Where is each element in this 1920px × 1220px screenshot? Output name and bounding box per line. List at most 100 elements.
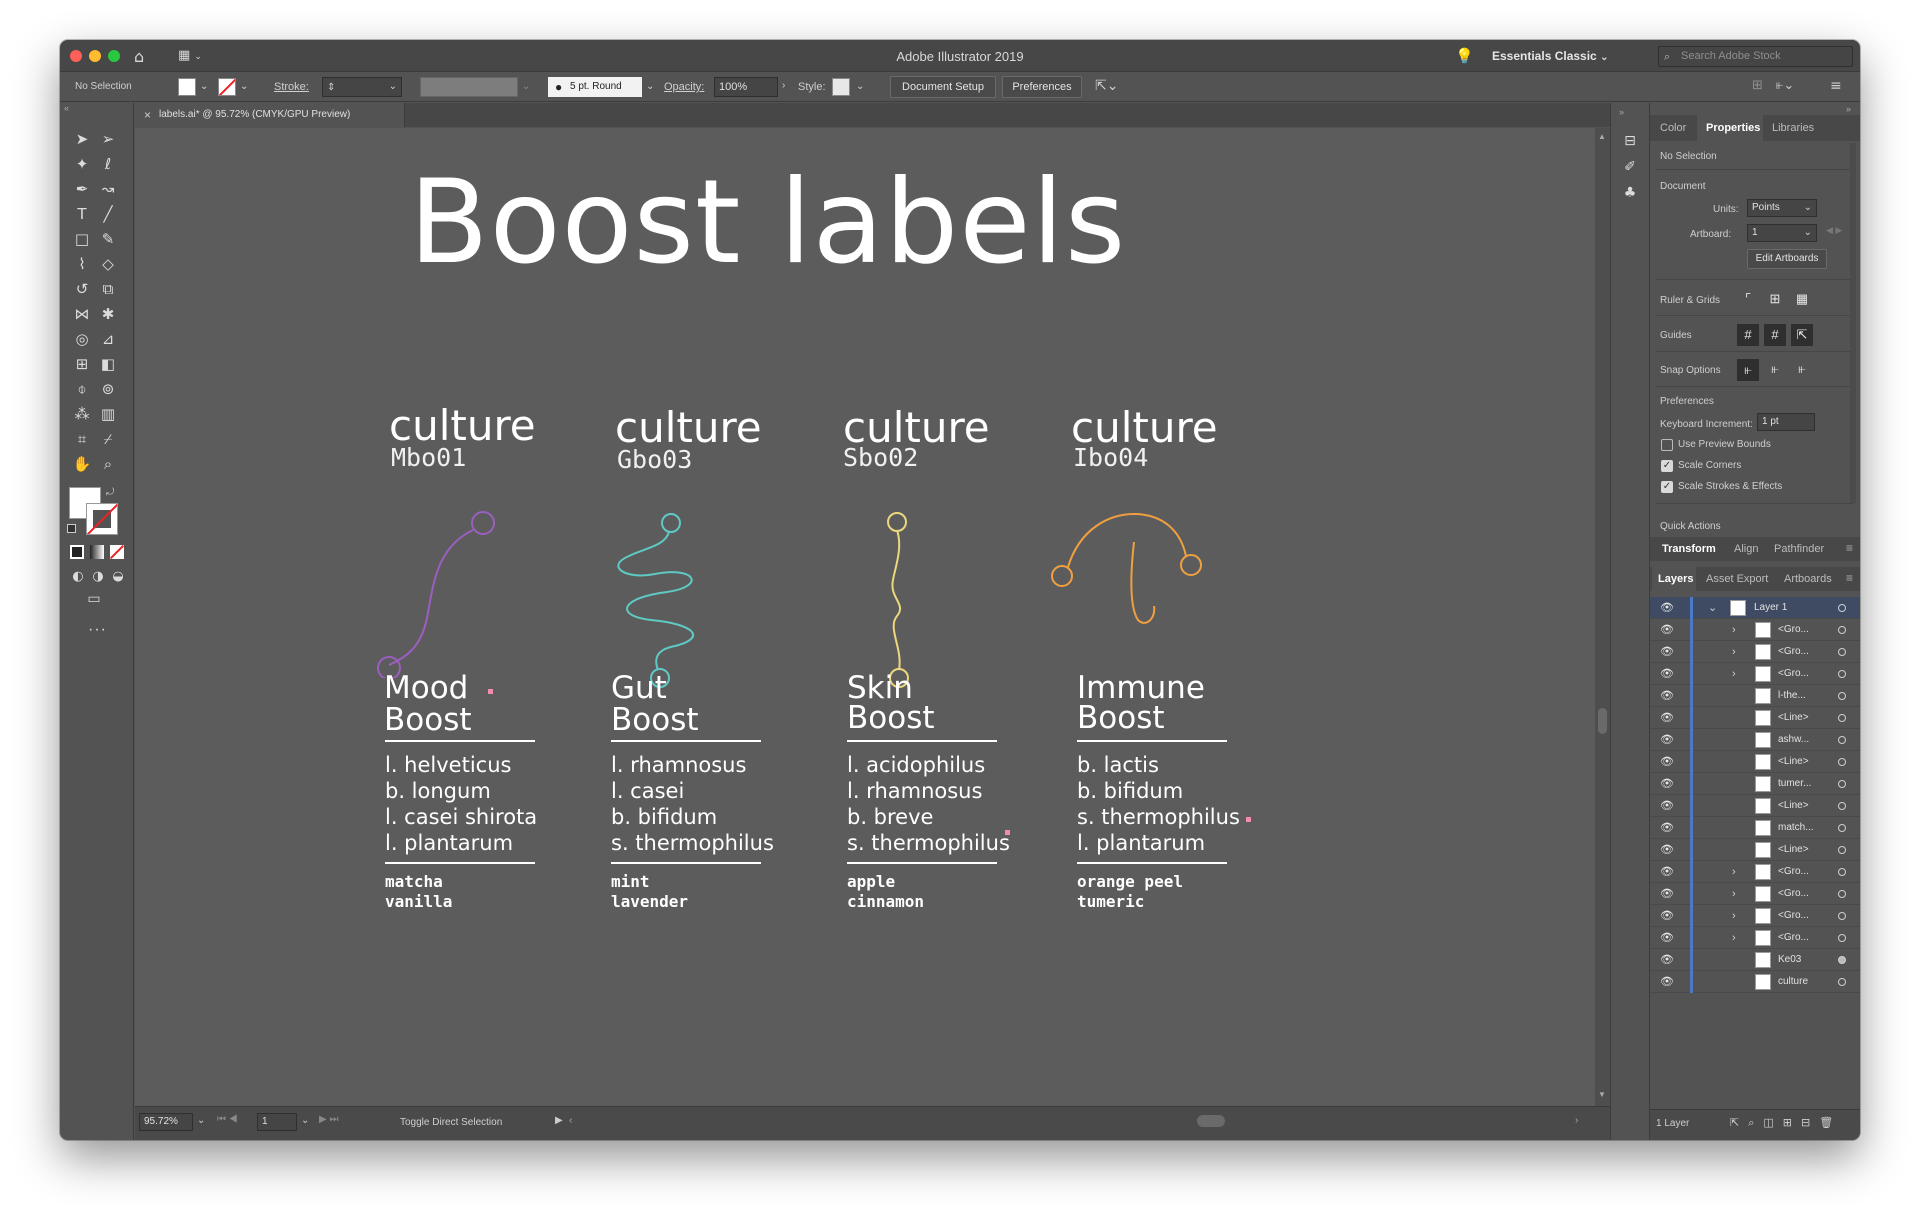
- zoom-window-button[interactable]: [108, 50, 120, 62]
- profile-dropdown-icon[interactable]: ⌄: [522, 81, 530, 92]
- tab-asset-export[interactable]: Asset Export: [1706, 573, 1768, 585]
- line-tool-icon[interactable]: ╱: [96, 202, 120, 226]
- symbol-sprayer-tool-icon[interactable]: ⁂: [70, 402, 94, 426]
- horizontal-scroll-thumb[interactable]: [1197, 1115, 1225, 1127]
- visibility-eye-icon[interactable]: 👁: [1660, 685, 1674, 707]
- visibility-eye-icon[interactable]: 👁: [1660, 663, 1674, 685]
- close-tab-icon[interactable]: ×: [144, 108, 151, 122]
- visibility-eye-icon[interactable]: 👁: [1660, 773, 1674, 795]
- layer-row[interactable]: 👁 match...: [1650, 817, 1860, 839]
- visibility-eye-icon[interactable]: 👁: [1660, 861, 1674, 883]
- layer-row[interactable]: 👁 › <Gro...: [1650, 883, 1860, 905]
- target-icon[interactable]: [1838, 956, 1846, 964]
- target-icon[interactable]: [1838, 890, 1846, 898]
- distribute-icon[interactable]: ⫦⌄: [1776, 78, 1794, 93]
- brushes-panel-icon[interactable]: ✐: [1618, 155, 1642, 179]
- collapse-icon[interactable]: «: [64, 103, 69, 113]
- edit-artboards-button[interactable]: Edit Artboards: [1747, 249, 1827, 269]
- more-tools-icon[interactable]: ···: [88, 621, 107, 639]
- snap-to-pixel-icon[interactable]: ⫦: [1791, 359, 1813, 381]
- rectangle-tool-icon[interactable]: □: [70, 227, 94, 251]
- style-dropdown-icon[interactable]: ⌄: [856, 81, 864, 92]
- layer-row[interactable]: 👁 <Line>: [1650, 751, 1860, 773]
- stock-search-input[interactable]: ⌕ Search Adobe Stock: [1658, 46, 1853, 67]
- visibility-eye-icon[interactable]: 👁: [1660, 905, 1674, 927]
- layer-row[interactable]: 👁 <Line>: [1650, 839, 1860, 861]
- scroll-up-icon[interactable]: ▲: [1598, 132, 1606, 141]
- layer-row[interactable]: 👁 tumer...: [1650, 773, 1860, 795]
- tab-properties[interactable]: Properties: [1706, 122, 1760, 134]
- layer-row[interactable]: 👁 <Line>: [1650, 795, 1860, 817]
- visibility-eye-icon[interactable]: 👁: [1660, 619, 1674, 641]
- snap-to-grid-icon[interactable]: ⫦: [1764, 359, 1786, 381]
- collapse-dock-icon[interactable]: »: [1619, 107, 1624, 117]
- expand-chevron-icon[interactable]: ›: [1732, 883, 1736, 905]
- target-icon[interactable]: [1838, 846, 1846, 854]
- layer-row[interactable]: 👁 › <Gro...: [1650, 619, 1860, 641]
- target-icon[interactable]: [1838, 780, 1846, 788]
- variable-width-profile[interactable]: [420, 77, 518, 97]
- preferences-button[interactable]: Preferences: [1002, 76, 1082, 98]
- target-icon[interactable]: [1838, 714, 1846, 722]
- use-preview-bounds-checkbox[interactable]: [1661, 439, 1673, 451]
- brush-dropdown-icon[interactable]: ⌄: [646, 81, 654, 92]
- draw-inside-icon[interactable]: ◒: [106, 565, 130, 589]
- artboard-prev-next-icon[interactable]: ◀ ▶: [1826, 225, 1842, 236]
- fill-swatch[interactable]: [178, 78, 196, 96]
- stroke-label[interactable]: Stroke:: [274, 81, 309, 93]
- snap-to-point-icon[interactable]: ⫦: [1737, 359, 1759, 381]
- target-icon[interactable]: [1838, 758, 1846, 766]
- home-icon[interactable]: ⌂: [134, 47, 144, 66]
- tab-transform[interactable]: Transform: [1662, 543, 1716, 555]
- gradient-tool-icon[interactable]: ◧: [96, 352, 120, 376]
- target-icon[interactable]: [1838, 736, 1846, 744]
- layer-row[interactable]: 👁 › <Gro...: [1650, 861, 1860, 883]
- artboard-tool-icon[interactable]: ⌗: [70, 427, 94, 451]
- tab-color[interactable]: Color: [1660, 122, 1686, 134]
- pen-tool-icon[interactable]: ✒: [70, 177, 94, 201]
- screen-mode-icon[interactable]: ▭: [82, 587, 106, 611]
- layer-row[interactable]: 👁 › <Gro...: [1650, 905, 1860, 927]
- tab-artboards[interactable]: Artboards: [1784, 573, 1832, 585]
- tab-libraries[interactable]: Libraries: [1772, 122, 1814, 134]
- close-window-button[interactable]: [70, 50, 82, 62]
- visibility-eye-icon[interactable]: 👁: [1660, 641, 1674, 663]
- grid-icon[interactable]: ⊞: [1764, 289, 1786, 311]
- vertical-scrollbar[interactable]: ▲ ▼: [1595, 128, 1610, 1106]
- blend-tool-icon[interactable]: ⊚: [96, 377, 120, 401]
- artboard-dropdown-icon[interactable]: ⌄: [301, 1115, 309, 1126]
- target-icon[interactable]: [1838, 868, 1846, 876]
- visibility-eye-icon[interactable]: 👁: [1660, 971, 1674, 993]
- panel-menu-icon[interactable]: ≡: [1846, 571, 1853, 585]
- layer-row[interactable]: 👁 › <Gro...: [1650, 663, 1860, 685]
- target-icon[interactable]: [1838, 912, 1846, 920]
- layer-row-layer-1[interactable]: 👁 ⌄ Layer 1: [1650, 597, 1860, 619]
- visibility-eye-icon[interactable]: 👁: [1660, 597, 1674, 619]
- first-artboard-icon[interactable]: ⏮ ◀: [217, 1114, 238, 1125]
- layers-footer-icons[interactable]: ⇱⌕◫⊞⊟🗑: [1730, 1116, 1842, 1130]
- hand-tool-icon[interactable]: ✋: [70, 452, 94, 476]
- document-tab[interactable]: × labels.ai* @ 95.72% (CMYK/GPU Preview): [135, 103, 405, 127]
- selection-tool-icon[interactable]: ➤: [70, 127, 94, 151]
- opacity-arrow-icon[interactable]: ›: [782, 80, 785, 91]
- type-tool-icon[interactable]: T: [70, 202, 94, 226]
- properties-scrollbar[interactable]: [1850, 143, 1856, 503]
- graphic-style-swatch[interactable]: [832, 78, 850, 96]
- scale-corners-checkbox[interactable]: ✓: [1661, 460, 1673, 472]
- stroke-color-swatch[interactable]: [86, 503, 118, 535]
- visibility-eye-icon[interactable]: 👁: [1660, 707, 1674, 729]
- workspace-switcher[interactable]: Essentials Classic ⌄: [1492, 49, 1608, 63]
- slice-tool-icon[interactable]: ⌿: [96, 427, 120, 451]
- artboard-canvas[interactable]: Boost labels culture Mbo01 Mood Boost l.…: [135, 128, 1595, 1106]
- document-setup-button[interactable]: Document Setup: [890, 76, 996, 98]
- target-icon[interactable]: [1838, 626, 1846, 634]
- zoom-tool-icon[interactable]: ⌕: [96, 452, 120, 476]
- smart-guides-icon[interactable]: ⇱: [1791, 324, 1813, 346]
- scroll-right-icon[interactable]: ›: [1575, 1115, 1578, 1126]
- opacity-label[interactable]: Opacity:: [664, 81, 704, 93]
- artboard-select[interactable]: 1 ⌄: [1747, 224, 1817, 242]
- scale-tool-icon[interactable]: ⧉: [96, 277, 120, 301]
- vertical-scroll-thumb[interactable]: [1598, 708, 1607, 734]
- target-icon[interactable]: [1838, 692, 1846, 700]
- zoom-dropdown-icon[interactable]: ⌄: [197, 1115, 205, 1126]
